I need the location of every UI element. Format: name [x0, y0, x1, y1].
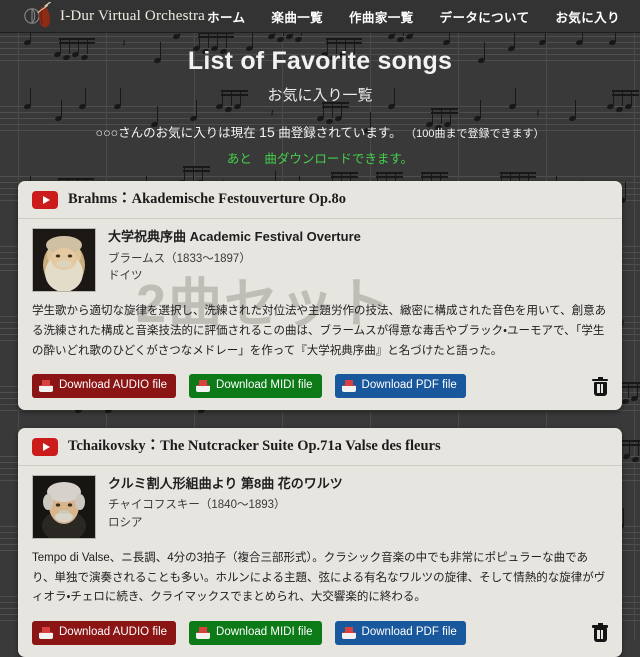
song-title-jp: クルミ割人形組曲より 第8曲 花のワルツ	[108, 475, 343, 491]
download-pdf-button[interactable]: Download PDF file	[334, 621, 466, 645]
composer-country: ロシア	[108, 516, 143, 529]
card-title: Tchaikovsky：The Nutcracker Suite Op.71a …	[68, 438, 441, 455]
status-count: 15	[259, 124, 275, 140]
youtube-play-icon[interactable]	[32, 191, 58, 209]
download-audio-button[interactable]: Download AUDIO file	[32, 374, 177, 398]
card-header: Tchaikovsky：The Nutcracker Suite Op.71a …	[18, 428, 622, 466]
favorites-list: Brahms：Akademische Festouverture Op.8o 2…	[0, 167, 640, 657]
card-meta-row: クルミ割人形組曲より 第8曲 花のワルツ チャイコフスキー（1840〜1893）…	[32, 474, 608, 539]
trash-icon[interactable]	[592, 376, 608, 396]
card-meta-row: 大学祝典序曲 Academic Festival Overture ブラームス（…	[32, 228, 608, 292]
main-navigation: ホーム 楽曲一覧 作曲家一覧 データについて お気に入り	[207, 7, 626, 26]
status-prefix: ○○○さんのお気に入りは現在	[95, 126, 256, 140]
card-title: Brahms：Akademische Festouverture Op.8o	[68, 191, 347, 208]
download-tray-icon	[196, 380, 211, 393]
card-body: 2曲セット 大学祝典序曲 Academic Festival Overture …	[18, 219, 622, 365]
tchaikovsky-portrait	[32, 474, 96, 539]
nav-item-songs[interactable]: 楽曲一覧	[271, 7, 323, 26]
download-midi-button[interactable]: Download MIDI file	[189, 621, 322, 645]
page-subtitle: お気に入り一覧	[267, 87, 373, 104]
card-meta-text: 大学祝典序曲 Academic Festival Overture ブラームス（…	[108, 228, 361, 292]
status-suffix: 曲登録されています。	[278, 126, 402, 140]
nav-item-favorites[interactable]: お気に入り	[555, 7, 620, 26]
page-heading-block: List of Favorite songs お気に入り一覧 ○○○さんのお気に…	[0, 33, 640, 167]
youtube-play-icon[interactable]	[32, 437, 58, 456]
download-audio-label: Download AUDIO file	[59, 379, 168, 392]
composer-name: チャイコフスキー（1840〜1893）	[108, 499, 286, 512]
nav-item-home[interactable]: ホーム	[207, 7, 245, 26]
download-tray-icon	[341, 626, 356, 639]
download-midi-label: Download MIDI file	[216, 626, 313, 639]
favorites-status: ○○○さんのお気に入りは現在 15 曲登録されています。 （100曲まで登録でき…	[0, 122, 640, 141]
brahms-portrait	[32, 228, 96, 292]
download-audio-button[interactable]: Download AUDIO file	[32, 621, 177, 645]
download-pdf-label: Download PDF file	[361, 379, 457, 392]
download-tray-icon	[196, 626, 211, 639]
card-meta-text: クルミ割人形組曲より 第8曲 花のワルツ チャイコフスキー（1840〜1893）…	[108, 475, 343, 539]
nav-item-about[interactable]: データについて	[440, 7, 530, 26]
nav-item-composers[interactable]: 作曲家一覧	[349, 7, 414, 26]
card-body: クルミ割人形組曲より 第8曲 花のワルツ チャイコフスキー（1840〜1893）…	[18, 466, 622, 612]
composer-name: ブラームス（1833〜1897）	[108, 252, 251, 265]
card-header: Brahms：Akademische Festouverture Op.8o	[18, 181, 622, 219]
composer-country: ドイツ	[108, 269, 143, 282]
logo-area[interactable]: I-Dur Virtual Orchestra	[24, 2, 205, 30]
download-remaining-note: あと 曲ダウンロードできます。	[226, 152, 414, 166]
brand-title: I-Dur Virtual Orchestra	[60, 7, 206, 24]
song-description: Tempo di Valse、ニ長調、4分の3拍子（複合三部形式）。クラシック音…	[32, 551, 606, 604]
download-tray-icon	[341, 380, 356, 393]
download-midi-label: Download MIDI file	[216, 379, 313, 392]
page-title: List of Favorite songs	[187, 47, 453, 75]
site-header: I-Dur Virtual Orchestra ホーム 楽曲一覧 作曲家一覧 デ…	[0, 0, 640, 33]
favorite-card: Tchaikovsky：The Nutcracker Suite Op.71a …	[18, 427, 622, 657]
violin-logo-icon	[24, 2, 52, 28]
download-audio-label: Download AUDIO file	[59, 626, 168, 639]
download-tray-icon	[39, 626, 53, 639]
download-pdf-button[interactable]: Download PDF file	[334, 374, 466, 398]
download-tray-icon	[39, 380, 53, 393]
download-midi-button[interactable]: Download MIDI file	[189, 374, 322, 398]
status-limit-note: （100曲まで登録できます）	[405, 128, 545, 140]
song-description: 学生歌から適切な旋律を選択し、洗練された対位法や主題労作の技法、緻密に構成された…	[32, 305, 607, 357]
card-actions: Download AUDIO file Download MIDI file D…	[18, 612, 622, 657]
favorite-card: Brahms：Akademische Festouverture Op.8o 2…	[18, 181, 622, 410]
card-actions: Download AUDIO file Download MIDI file D…	[18, 365, 622, 410]
download-pdf-label: Download PDF file	[361, 626, 457, 639]
song-title-jp: 大学祝典序曲 Academic Festival Overture	[108, 229, 361, 244]
